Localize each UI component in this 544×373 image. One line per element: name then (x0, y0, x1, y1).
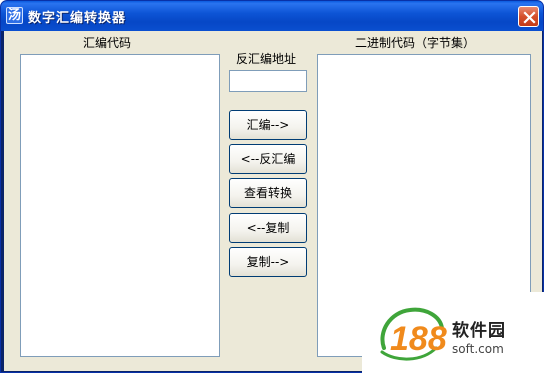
site-domain: soft.com (452, 342, 504, 356)
window-title: 数字汇编转换器 (28, 11, 127, 26)
view-conversion-button[interactable]: 查看转换 (229, 178, 307, 208)
disassembly-address-input[interactable] (229, 70, 307, 92)
copy-right-button[interactable]: 复制--> (229, 247, 307, 277)
app-icon[interactable]: 汤 (6, 7, 23, 24)
logo-text: 188 (390, 320, 447, 358)
site-logo: 188 (380, 307, 447, 361)
watermark: 188 软件园 soft.com (362, 292, 544, 373)
assembly-code-textarea[interactable] (20, 54, 220, 357)
disassemble-button[interactable]: <--反汇编 (229, 144, 307, 174)
close-button[interactable] (518, 6, 539, 27)
assemble-button[interactable]: 汇编--> (229, 110, 307, 140)
title-bar[interactable]: 汤 数字汇编转换器 (1, 1, 543, 31)
copy-left-button[interactable]: <--复制 (229, 213, 307, 243)
assembly-code-label: 汇编代码 (83, 36, 132, 50)
site-name: 软件园 (452, 321, 506, 341)
close-icon (523, 11, 536, 24)
disassembly-address-label: 反汇编地址 (236, 52, 297, 66)
binary-code-label: 二进制代码（字节集） (355, 36, 476, 50)
